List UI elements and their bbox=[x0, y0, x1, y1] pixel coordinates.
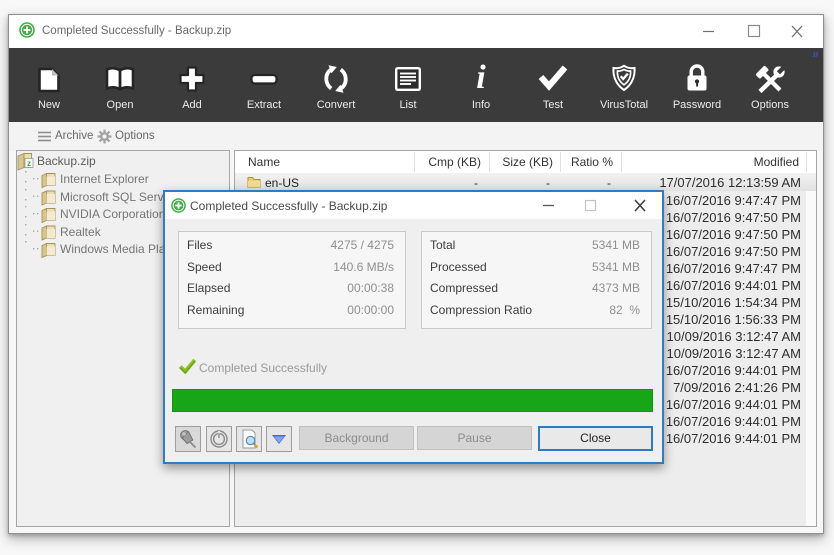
svg-text:z: z bbox=[27, 159, 31, 168]
svg-text:i: i bbox=[476, 63, 486, 93]
